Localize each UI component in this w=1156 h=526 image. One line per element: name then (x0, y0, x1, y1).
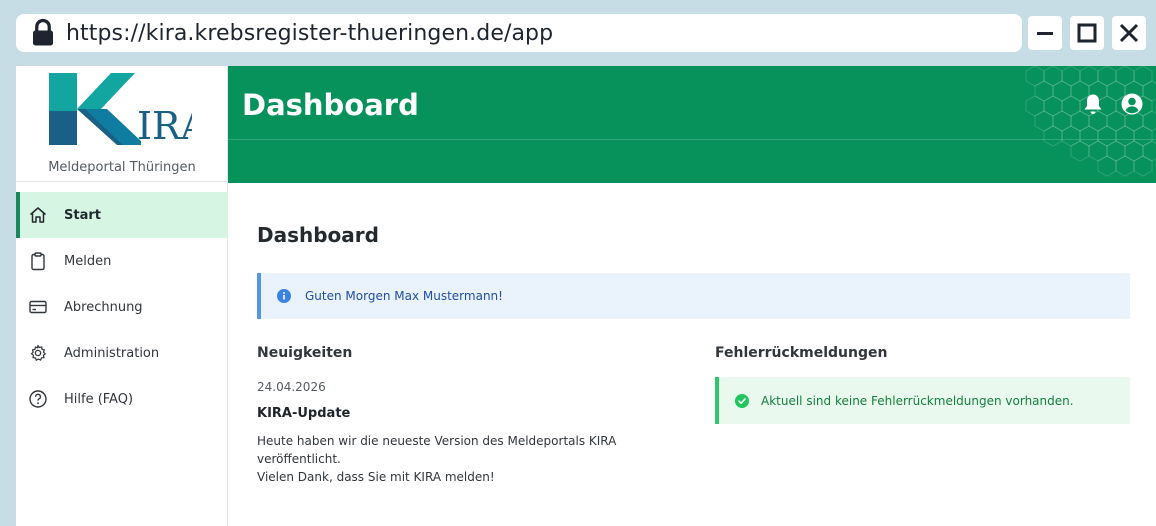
url-text[interactable]: https://kira.krebsregister-thueringen.de… (66, 21, 553, 46)
gear-icon (28, 343, 48, 363)
check-circle-icon (735, 393, 749, 408)
question-circle-icon (28, 389, 48, 409)
sidebar-item-hilfe[interactable]: Hilfe (FAQ) (16, 376, 228, 422)
title-bar: https://kira.krebsregister-thueringen.de… (8, 8, 1156, 58)
sidebar-item-label: Start (64, 207, 101, 223)
main-content: Dashboard Guten Morgen Max Mustermann! N… (228, 183, 1156, 526)
address-bar[interactable]: https://kira.krebsregister-thueringen.de… (16, 14, 1022, 52)
credit-card-icon (28, 297, 48, 317)
greeting-text: Guten Morgen Max Mustermann! (305, 289, 503, 303)
greeting-alert: Guten Morgen Max Mustermann! (257, 273, 1130, 319)
logo-area: IRA Meldeportal Thüringen (16, 66, 228, 182)
logo-subtitle: Meldeportal Thüringen (48, 160, 196, 175)
hexagon-pattern-decoration (1025, 66, 1156, 177)
browser-window: https://kira.krebsregister-thueringen.de… (8, 8, 1156, 526)
no-errors-alert: Aktuell sind keine Fehlerrückmeldungen v… (715, 377, 1130, 424)
minimize-icon (1037, 32, 1053, 35)
errors-section-title: Fehlerrückmeldungen (715, 345, 888, 361)
news-body-paragraph: Vielen Dank, dass Sie mit KIRA melden! (257, 470, 495, 484)
close-icon (1119, 23, 1139, 43)
bell-icon[interactable] (1081, 92, 1105, 116)
home-icon (28, 205, 48, 225)
sidebar-item-administration[interactable]: Administration (16, 330, 228, 376)
page-header: Dashboard (228, 66, 1156, 183)
sidebar-item-label: Administration (64, 345, 160, 361)
no-errors-text: Aktuell sind keine Fehlerrückmeldungen v… (761, 393, 1074, 408)
lock-icon (33, 18, 53, 46)
sidebar-item-melden[interactable]: Melden (16, 238, 228, 284)
news-date: 24.04.2026 (257, 380, 326, 394)
news-section-title: Neuigkeiten (257, 345, 353, 361)
kira-logo[interactable]: IRA (47, 73, 192, 145)
sidebar-item-abrechnung[interactable]: Abrechnung (16, 284, 228, 330)
header-title: Dashboard (242, 88, 419, 122)
sidebar-nav: Start Melden Abrechnung Administration H… (16, 192, 228, 422)
news-body: Heute haben wir die neueste Version des … (257, 432, 637, 486)
info-icon (277, 289, 291, 303)
svg-text:IRA: IRA (137, 104, 192, 145)
sidebar-item-start[interactable]: Start (16, 192, 228, 238)
app-viewport: IRA Meldeportal Thüringen Start Melden (16, 66, 1156, 526)
clipboard-icon (28, 251, 48, 271)
user-circle-icon[interactable] (1120, 92, 1144, 116)
news-body-paragraph: Heute haben wir die neueste Version des … (257, 434, 617, 466)
header-divider (228, 139, 1156, 140)
sidebar: IRA Meldeportal Thüringen Start Melden (16, 66, 228, 526)
sidebar-item-label: Melden (64, 253, 112, 269)
maximize-icon (1077, 23, 1097, 43)
maximize-button[interactable] (1070, 16, 1104, 50)
news-heading: KIRA-Update (257, 406, 351, 421)
minimize-button[interactable] (1028, 16, 1062, 50)
page-title: Dashboard (257, 223, 379, 247)
sidebar-item-label: Abrechnung (64, 299, 143, 315)
close-button[interactable] (1112, 16, 1146, 50)
sidebar-item-label: Hilfe (FAQ) (64, 391, 134, 407)
